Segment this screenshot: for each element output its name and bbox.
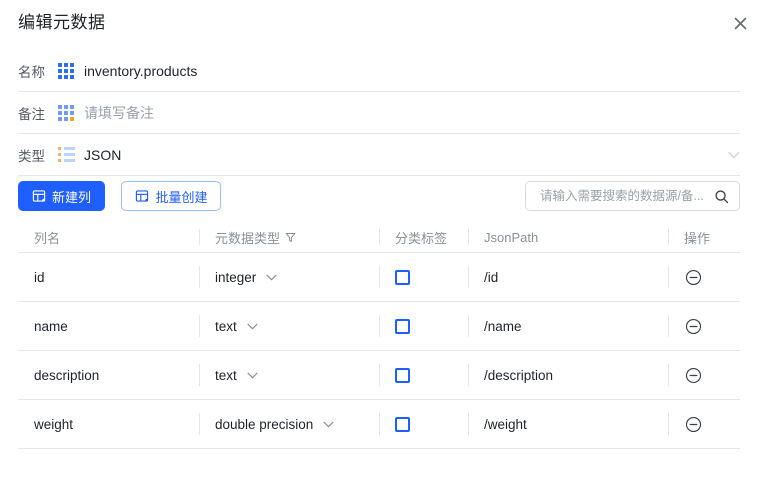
header-metadata-type[interactable]: 元数据类型 [199, 222, 379, 252]
batch-create-button[interactable]: 批量创建 [121, 181, 222, 211]
table-row: id integer /id [18, 253, 740, 302]
list-icon [56, 145, 76, 165]
cell-operation [668, 351, 740, 399]
cell-metadata-type[interactable]: text [199, 351, 379, 399]
category-tag-checkbox[interactable] [395, 367, 410, 383]
cell-category-tag [379, 400, 468, 448]
cell-json-path[interactable]: /weight [468, 400, 668, 448]
table-row: name text /name [18, 302, 740, 351]
close-icon[interactable] [729, 12, 751, 34]
metadata-type-value: text [215, 318, 237, 334]
metadata-table: 列名 元数据类型 分类标签 JsonPath 操作 id integer /id… [18, 222, 740, 449]
header-json-path: JsonPath [468, 222, 668, 252]
edit-metadata-dialog: 编辑元数据 名称 inventory.products 备注 请填写备注 类型 [0, 0, 769, 501]
header-metadata-type-label: 元数据类型 [215, 230, 281, 246]
json-path-value: /weight [484, 416, 527, 432]
minus-circle-icon[interactable] [684, 415, 702, 433]
cell-metadata-type[interactable]: integer [199, 253, 379, 301]
category-tag-checkbox[interactable] [395, 416, 410, 432]
metadata-type-value: integer [215, 269, 257, 285]
field-row-remark[interactable]: 备注 请填写备注 [18, 92, 740, 134]
header-column-name: 列名 [34, 230, 61, 246]
chevron-down-icon [247, 372, 258, 379]
cell-json-path[interactable]: /description [468, 351, 668, 399]
field-value-name[interactable]: inventory.products [84, 63, 197, 79]
table-row: description text /description [18, 351, 740, 400]
batch-create-label: 批量创建 [155, 189, 208, 205]
json-path-value: /name [484, 318, 522, 334]
minus-circle-icon[interactable] [684, 317, 702, 335]
field-row-type[interactable]: 类型 JSON [18, 134, 740, 176]
chevron-down-icon [266, 274, 277, 281]
cell-column-name: description [34, 367, 100, 383]
field-label-type: 类型 [18, 148, 45, 164]
json-path-value: /description [484, 367, 554, 383]
grid-icon-orange [56, 103, 76, 123]
cell-column-name: weight [34, 416, 74, 432]
category-tag-checkbox[interactable] [395, 318, 410, 334]
category-tag-checkbox[interactable] [395, 269, 410, 285]
cell-operation [668, 302, 740, 350]
minus-circle-icon[interactable] [684, 366, 702, 384]
cell-json-path[interactable]: /id [468, 253, 668, 301]
field-placeholder-remark[interactable]: 请填写备注 [84, 103, 154, 123]
cell-column-name: id [34, 269, 45, 285]
metadata-type-value: text [215, 367, 237, 383]
cell-category-tag [379, 302, 468, 350]
field-value-type[interactable]: JSON [84, 147, 121, 163]
field-row-name[interactable]: 名称 inventory.products [18, 50, 740, 92]
table-row: weight double precision /weight [18, 400, 740, 449]
metadata-type-select[interactable]: integer [215, 270, 277, 285]
new-column-label: 新建列 [52, 189, 92, 205]
header-operation: 操作 [668, 222, 740, 252]
chevron-down-icon[interactable] [728, 151, 740, 159]
cell-operation [668, 400, 740, 448]
cell-metadata-type[interactable]: double precision [199, 400, 379, 448]
new-column-button[interactable]: 新建列 [18, 181, 106, 211]
cell-operation [668, 253, 740, 301]
cell-json-path[interactable]: /name [468, 302, 668, 350]
cell-metadata-type[interactable]: text [199, 302, 379, 350]
dialog-title: 编辑元数据 [18, 13, 106, 32]
table-header-row: 列名 元数据类型 分类标签 JsonPath 操作 [18, 222, 740, 253]
cell-category-tag [379, 351, 468, 399]
chevron-down-icon [247, 323, 258, 330]
metadata-type-select[interactable]: text [215, 368, 258, 383]
field-label-name: 名称 [18, 64, 45, 80]
table-column-icon [135, 189, 149, 203]
json-path-value: /id [484, 269, 499, 285]
grid-icon [56, 61, 76, 81]
header-category-tag: 分类标签 [379, 222, 468, 252]
filter-icon[interactable] [285, 232, 296, 243]
metadata-type-select[interactable]: double precision [215, 417, 334, 432]
field-label-remark: 备注 [18, 106, 45, 122]
search-input[interactable] [538, 188, 710, 204]
search-box[interactable] [525, 181, 740, 211]
metadata-type-select[interactable]: text [215, 319, 258, 334]
minus-circle-icon[interactable] [684, 268, 702, 286]
metadata-type-value: double precision [215, 416, 314, 432]
table-column-icon [32, 189, 46, 203]
cell-category-tag [379, 253, 468, 301]
chevron-down-icon [323, 421, 334, 428]
table-toolbar: 新建列 批量创建 [18, 181, 740, 211]
cell-column-name: name [34, 318, 68, 334]
search-icon[interactable] [714, 189, 729, 204]
